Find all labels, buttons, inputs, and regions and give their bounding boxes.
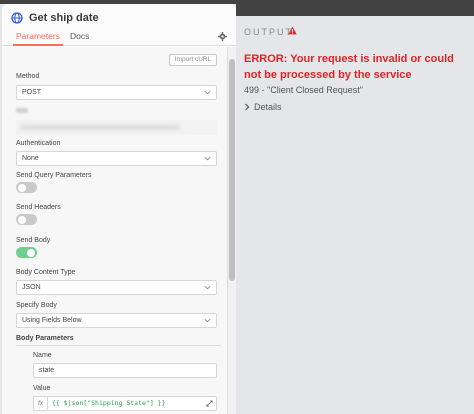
tab-bar: Parameters Docs <box>2 31 236 46</box>
tab-parameters[interactable]: Parameters <box>13 31 63 46</box>
gear-icon[interactable] <box>218 32 227 41</box>
panel-header: Get ship date Parameters Docs <box>2 4 236 46</box>
globe-icon <box>11 12 23 24</box>
details-toggle[interactable]: Details <box>244 102 282 112</box>
param-name-value: state <box>39 367 55 374</box>
warning-icon <box>288 26 297 35</box>
specify-body-select[interactable]: Using Fields Below <box>16 313 217 328</box>
send-headers-label: Send Headers <box>16 204 61 211</box>
error-title: ERROR: Your request is invalid or could … <box>244 53 454 81</box>
body-content-type-label: Body Content Type <box>16 269 76 276</box>
error-detail: 499 - "Client Closed Request" <box>244 85 363 95</box>
chevron-right-icon <box>245 103 250 111</box>
parameters-scroll-area[interactable]: Import cURL Method POST Authentication N… <box>2 47 228 414</box>
param-name-label: Name <box>33 352 52 359</box>
chevron-down-icon <box>204 90 211 95</box>
send-body-label: Send Body <box>16 237 51 244</box>
expression-text: {{ $json["Shipping State"] }} <box>52 399 166 407</box>
authentication-select[interactable]: None <box>16 151 217 166</box>
method-select[interactable]: POST <box>16 85 217 100</box>
tab-docs[interactable]: Docs <box>70 31 89 46</box>
expand-icon[interactable] <box>206 400 213 407</box>
body-parameters-title: Body Parameters <box>16 335 74 342</box>
url-value-redacted <box>20 125 180 130</box>
fx-icon: fx <box>34 397 48 410</box>
scroll-thumb[interactable] <box>229 59 235 281</box>
chevron-down-icon <box>204 285 211 290</box>
param-value-label: Value <box>33 385 51 392</box>
url-label <box>16 108 28 113</box>
chevron-down-icon <box>204 318 211 323</box>
panel-scrollbar[interactable] <box>228 47 236 414</box>
node-parameters-panel: Get ship date Parameters Docs Import cUR… <box>2 4 236 414</box>
body-parameters-divider <box>16 345 221 346</box>
send-query-toggle[interactable] <box>16 182 37 193</box>
send-query-label: Send Query Parameters <box>16 172 92 179</box>
param-name-input[interactable]: state <box>33 363 217 378</box>
title-row: Get ship date <box>11 12 99 24</box>
chevron-down-icon <box>204 156 211 161</box>
node-title: Get ship date <box>29 12 99 24</box>
method-label: Method <box>16 73 40 80</box>
send-headers-toggle[interactable] <box>16 214 37 225</box>
specify-body-value: Using Fields Below <box>22 317 82 324</box>
send-body-toggle[interactable] <box>16 247 37 258</box>
param-value-expression-input[interactable]: fx {{ $json["Shipping State"] }} <box>33 396 217 411</box>
body-content-type-value: JSON <box>22 284 41 291</box>
specify-body-label: Specify Body <box>16 302 57 309</box>
url-input[interactable] <box>16 120 217 135</box>
body-content-type-select[interactable]: JSON <box>16 280 217 295</box>
top-bar <box>236 0 474 16</box>
authentication-label: Authentication <box>16 140 61 147</box>
details-label: Details <box>254 102 282 112</box>
authentication-value: None <box>22 155 39 162</box>
output-heading: OUTPUT <box>244 27 293 37</box>
import-curl-button[interactable]: Import cURL <box>169 54 217 66</box>
method-value: POST <box>22 89 42 96</box>
